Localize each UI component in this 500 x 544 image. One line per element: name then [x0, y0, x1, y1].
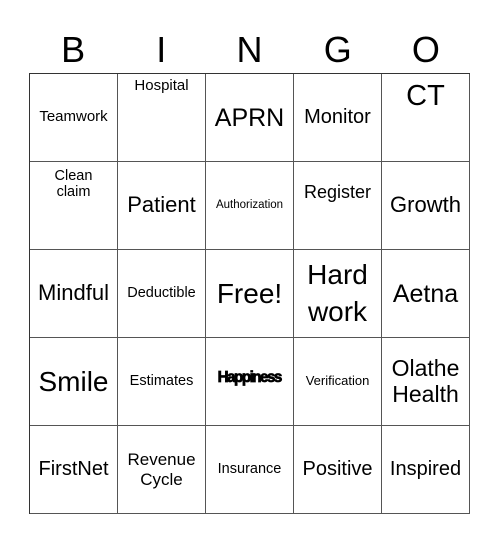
bingo-cell[interactable]: Hard work	[294, 250, 382, 338]
cell-text: Verification	[305, 373, 370, 389]
cell-text: Monitor	[304, 106, 371, 129]
cell-text: Growth	[390, 192, 461, 218]
bingo-cell[interactable]: Positive	[294, 426, 382, 514]
bingo-cell[interactable]: Clean claim	[30, 162, 118, 250]
bingo-cell[interactable]: Register	[294, 162, 382, 250]
header-letter-i: I	[156, 29, 167, 70]
cell-text: Free!	[216, 277, 283, 309]
header-letter-b: B	[61, 29, 86, 70]
cell-text: Mindful	[38, 280, 109, 306]
bingo-cell[interactable]: Deductible	[118, 250, 206, 338]
bingo-cell[interactable]: Estimates	[118, 338, 206, 426]
cell-text: Inspired	[389, 458, 462, 481]
cell-text: Insurance	[217, 461, 282, 478]
bingo-cell[interactable]: Happiness	[206, 338, 294, 426]
bingo-cell[interactable]: Teamwork	[30, 74, 118, 162]
bingo-cell[interactable]: Olathe Health	[382, 338, 470, 426]
cell-text: Teamwork	[39, 108, 108, 126]
header-letter-g: G	[323, 29, 352, 70]
cell-text: Authorization	[215, 199, 284, 212]
bingo-cell[interactable]: Revenue Cycle	[118, 426, 206, 514]
bingo-cell[interactable]: Patient	[118, 162, 206, 250]
cell-text: FirstNet	[38, 458, 109, 481]
cell-text: Clean claim	[54, 168, 93, 201]
cell-text: Positive	[302, 458, 373, 481]
cell-text: Aetna	[392, 279, 459, 308]
bingo-cell[interactable]: Authorization	[206, 162, 294, 250]
bingo-cell[interactable]: Growth	[382, 162, 470, 250]
cell-text: Estimates	[129, 373, 194, 390]
bingo-cell[interactable]: Smile	[30, 338, 118, 426]
bingo-cell[interactable]: Hospital	[118, 74, 206, 162]
cell-text: Olathe Health	[391, 354, 460, 407]
bingo-cell[interactable]: FirstNet	[30, 426, 118, 514]
bingo-cell[interactable]: Inspired	[382, 426, 470, 514]
free-space[interactable]: Free!	[206, 250, 294, 338]
bingo-cell[interactable]: Aetna	[382, 250, 470, 338]
cell-text: Revenue Cycle	[127, 450, 196, 489]
cell-text: Deductible	[127, 285, 196, 302]
cell-text: Smile	[38, 365, 109, 397]
header-letter-n: N	[236, 29, 263, 70]
bingo-cell[interactable]: CT	[382, 74, 470, 162]
cell-text: Happiness	[217, 368, 283, 386]
bingo-header: B I N G O	[29, 28, 470, 72]
cell-text: CT	[406, 80, 445, 112]
bingo-grid: Teamwork Hospital APRN Monitor CT Clean …	[29, 73, 470, 514]
bingo-cell[interactable]: Insurance	[206, 426, 294, 514]
bingo-cell[interactable]: Mindful	[30, 250, 118, 338]
header-letter-o: O	[411, 29, 440, 70]
bingo-cell[interactable]: APRN	[206, 74, 294, 162]
cell-text: Hospital	[134, 77, 189, 94]
cell-text: Patient	[127, 192, 196, 218]
bingo-cell[interactable]: Monitor	[294, 74, 382, 162]
cell-text: APRN	[214, 103, 285, 132]
cell-text: Register	[303, 182, 372, 202]
cell-text: Hard work	[307, 259, 368, 327]
bingo-cell[interactable]: Verification	[294, 338, 382, 426]
